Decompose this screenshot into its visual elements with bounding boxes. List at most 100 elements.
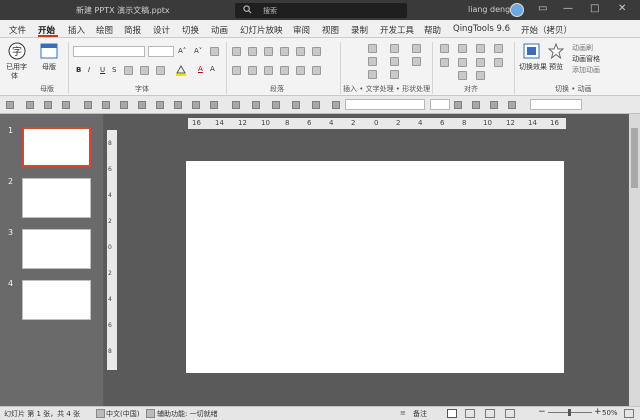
align-center-icon[interactable] [248,66,257,75]
bullets-icon[interactable] [232,47,241,56]
tab-record[interactable]: 录制 [351,24,368,36]
slide-thumbnail[interactable] [22,280,91,320]
qt-layout-icon[interactable] [44,101,52,109]
insert-shape-icon[interactable] [368,57,377,66]
shape-merge-icon[interactable] [412,57,421,66]
line-spacing-icon[interactable] [296,47,305,56]
qt-order-icon[interactable] [472,101,480,109]
distribute-v-icon[interactable] [494,58,503,67]
align-left-icon[interactable] [232,66,241,75]
slide-thumbnail[interactable] [22,178,91,218]
add-animation-button[interactable]: 添加动画 [572,65,600,75]
qt-paint-icon[interactable] [84,101,92,109]
slide-thumbnail[interactable] [22,127,91,167]
animation-pane-button[interactable]: 动画窗格 [572,54,600,64]
qt-arrow-icon[interactable] [138,101,146,109]
font-color-dropdown-button[interactable]: A [210,65,215,73]
shadow-button[interactable]: S [112,66,116,74]
ungroup-objects-icon[interactable] [476,71,485,80]
tab-file[interactable]: 文件 [9,24,26,36]
align-obj-center-icon[interactable] [458,58,467,67]
qt-style-combo[interactable] [530,99,582,110]
tab-draw[interactable]: 绘图 [96,24,113,36]
underline-button[interactable]: U [100,66,105,74]
tab-slideshow[interactable]: 幻灯片放映 [240,24,283,36]
tab-review[interactable]: 审阅 [293,24,310,36]
master-label[interactable]: 母版 [42,62,56,72]
align-top-icon[interactable] [440,44,449,53]
shape-process-icon[interactable] [412,44,421,53]
increase-indent-icon[interactable] [280,47,289,56]
font-usage-icon[interactable]: 字 [8,42,26,60]
qt-chart-icon[interactable] [192,101,200,109]
text-direction-icon[interactable] [312,66,321,75]
qt-grid-icon[interactable] [156,101,164,109]
shrink-font-button[interactable]: A˅ [194,47,202,55]
clear-format-icon[interactable] [210,47,219,56]
text-merge-icon[interactable] [390,57,399,66]
font-size-combo[interactable] [148,46,174,57]
qt-line-icon[interactable] [272,101,280,109]
search-box[interactable]: 搜索 [235,3,407,18]
strikethrough-icon[interactable] [124,66,133,75]
reading-view-icon[interactable] [485,409,495,418]
tab-insert[interactable]: 插入 [68,24,85,36]
animation-painter-button[interactable]: 动画刷 [572,43,593,53]
slide-sorter-icon[interactable] [465,409,475,418]
distributed-icon[interactable] [296,66,305,75]
char-spacing-icon[interactable] [140,66,149,75]
minimize-button[interactable]: — [563,3,573,14]
zoom-level[interactable]: 50% [602,409,618,417]
tab-help[interactable]: 帮助 [424,24,441,36]
tab-qingtools[interactable]: QingTools 9.6 [453,24,510,34]
normal-view-icon[interactable] [447,409,457,418]
transition-effect-label[interactable]: 切换效果 [519,62,547,72]
font-name-combo[interactable] [73,46,145,57]
maximize-button[interactable]: □ [590,3,599,14]
qt-font-combo[interactable] [345,99,425,110]
slide-canvas[interactable] [186,161,564,373]
qt-highlight-icon[interactable] [312,101,320,109]
qt-fill-icon[interactable] [252,101,260,109]
text-process-icon[interactable] [390,44,399,53]
notes-icon[interactable]: ≡ [400,409,406,417]
insert-image-icon[interactable] [368,70,377,79]
notes-button[interactable]: 备注 [413,409,427,419]
slide-thumbnail[interactable] [22,229,91,269]
highlight-color-icon[interactable] [175,65,187,76]
tab-design[interactable]: 设计 [153,24,170,36]
preview-star-icon[interactable] [548,43,564,59]
zoom-out-icon[interactable]: − [538,407,546,417]
tab-home-copy[interactable]: 开始（拷贝） [521,24,572,36]
fit-slide-icon[interactable] [624,409,634,418]
qt-align-icon[interactable] [454,101,462,109]
qt-link-icon[interactable] [102,101,110,109]
change-case-icon[interactable] [156,66,165,75]
qt-font-color-icon[interactable] [292,101,300,109]
text-split-icon[interactable] [390,70,399,79]
tab-briefing[interactable]: 简报 [124,24,141,36]
qt-new-slide-icon[interactable] [26,101,34,109]
ribbon-display-icon[interactable]: ▭ [538,3,547,14]
scrollbar-thumb[interactable] [631,128,638,188]
spellcheck-icon[interactable] [96,409,105,418]
qt-crop-icon[interactable] [508,101,516,109]
insert-textbox-icon[interactable] [368,44,377,53]
qt-image-icon[interactable] [174,101,182,109]
qt-settings-icon[interactable] [6,101,14,109]
avatar[interactable] [510,3,524,17]
font-color-button[interactable]: A [198,65,203,73]
qt-eraser-icon[interactable] [332,101,340,109]
qt-delete-icon[interactable] [62,101,70,109]
qt-pen-icon[interactable] [232,101,240,109]
zoom-slider-knob[interactable] [568,409,571,416]
language-status[interactable]: 中文(中国) [106,409,139,419]
tab-animations[interactable]: 动画 [211,24,228,36]
bold-button[interactable]: B [76,66,81,74]
align-obj-left-icon[interactable] [440,58,449,67]
slideshow-icon[interactable] [505,409,515,418]
italic-button[interactable]: I [88,66,90,74]
qt-shape-icon[interactable] [120,101,128,109]
align-middle-icon[interactable] [458,44,467,53]
close-button[interactable]: ✕ [618,3,626,14]
